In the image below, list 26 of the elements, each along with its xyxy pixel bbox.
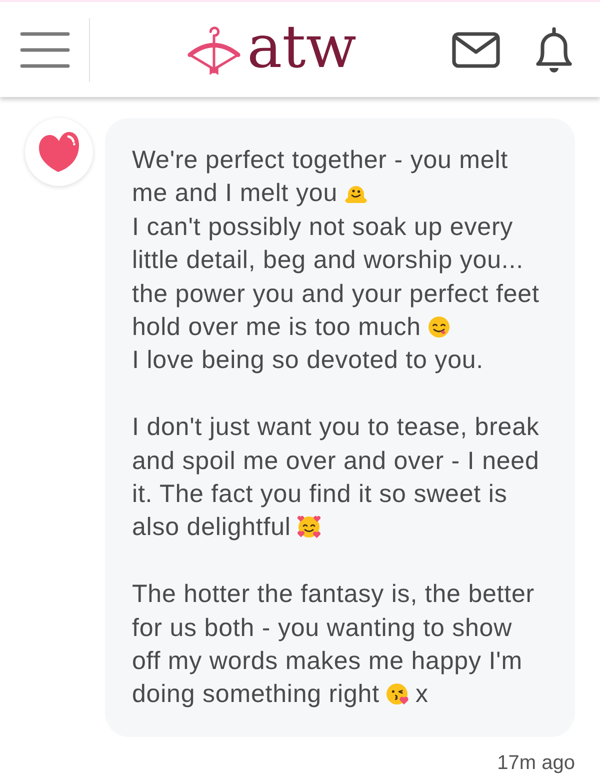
menu-icon[interactable] <box>20 30 70 68</box>
tongue-face-icon <box>426 315 451 340</box>
message-text: x <box>415 680 428 708</box>
message-text: little detail, beg and worship you... <box>132 246 524 274</box>
message-text: it. The fact you find it so sweet is <box>132 480 508 508</box>
message-text: We're perfect together - you melt <box>132 146 508 174</box>
message-text: I don't just want you to tease, break <box>132 413 540 442</box>
kissing-face-icon <box>385 682 410 706</box>
smiling-face-with-hearts-icon <box>296 515 321 540</box>
message-text: the power you and your perfect feet <box>132 280 540 308</box>
message-text: and spoil me over and over - I need <box>132 446 540 475</box>
message-text: also delightful <box>132 513 291 542</box>
message-text: I love being so devoted to you. <box>132 346 484 374</box>
message-text: doing something right <box>132 680 380 708</box>
timestamp: 17m ago <box>497 750 575 776</box>
message-text: for us both - you wanting to show <box>132 614 512 642</box>
hanger-icon <box>187 24 241 76</box>
message-text: hold over me is too much <box>132 313 421 342</box>
message-text: me and I melt you <box>132 179 338 208</box>
logo-link[interactable]: atw <box>187 23 356 76</box>
message-text: The hotter the fantasy is, the better <box>132 580 535 608</box>
message-text: I can't possibly not soak up every <box>132 212 514 241</box>
message-text: off my words makes me happy I'm <box>132 647 522 676</box>
bell-icon[interactable] <box>533 26 575 74</box>
envelope-icon[interactable] <box>452 32 500 68</box>
heart-icon <box>37 130 81 174</box>
